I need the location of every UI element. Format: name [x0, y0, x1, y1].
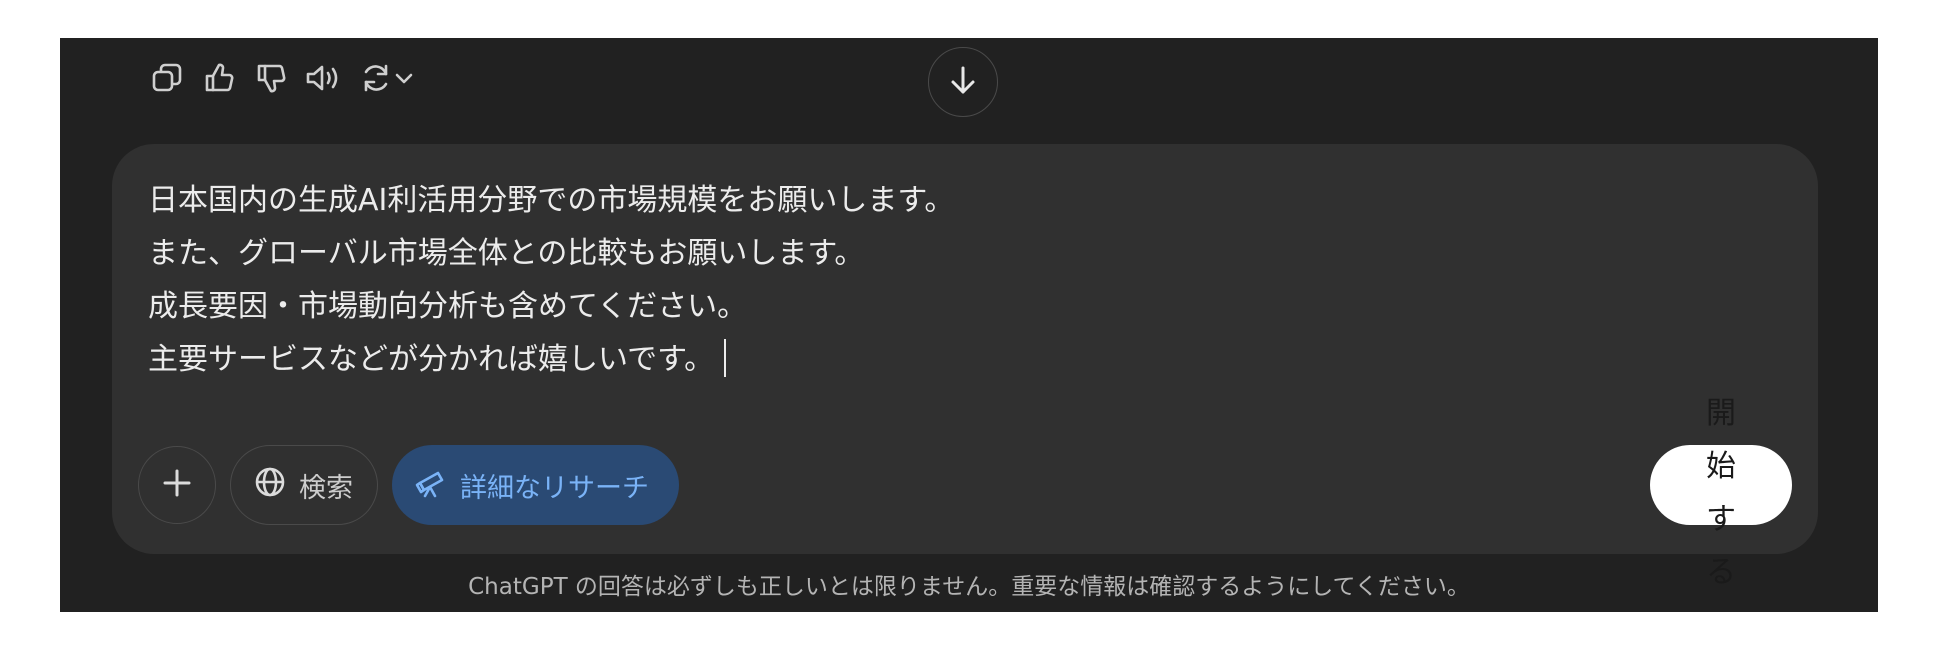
- chat-window: 日本国内の生成AI利活用分野での市場規模をお願いします。 また、グローバル市場全…: [60, 38, 1878, 612]
- text-caret: [724, 339, 727, 377]
- composer-toolbar: 検索 詳細なリサーチ: [138, 445, 679, 525]
- deep-research-button[interactable]: 詳細なリサーチ: [392, 445, 679, 525]
- prompt-line-text: 主要サービスなどが分かれば嬉しいです。: [148, 342, 715, 377]
- bad-response-button[interactable]: [252, 59, 290, 97]
- plus-icon: [161, 467, 193, 503]
- search-toggle-button[interactable]: 検索: [230, 445, 378, 525]
- disclaimer-text: ChatGPT の回答は必ずしも正しいとは限りません。重要な情報は確認するように…: [468, 574, 1470, 600]
- deep-research-label: 詳細なリサーチ: [460, 472, 649, 504]
- prompt-line: 成長要因・市場動向分析も含めてください。: [148, 289, 748, 324]
- thumbs-down-icon: [254, 61, 288, 95]
- arrow-down-icon: [946, 63, 980, 101]
- prompt-line: また、グローバル市場全体との比較もお願いします。: [148, 236, 865, 271]
- start-button[interactable]: 開始する: [1650, 396, 1792, 590]
- globe-icon: [253, 465, 287, 506]
- thumbs-up-icon: [202, 61, 236, 95]
- copy-button[interactable]: [148, 59, 186, 97]
- chevron-down-icon: [393, 67, 415, 89]
- prompt-line: 日本国内の生成AI利活用分野での市場規模をお願いします。: [148, 183, 955, 218]
- scroll-to-bottom-button[interactable]: [928, 47, 998, 117]
- telescope-icon: [414, 465, 448, 506]
- prompt-textarea[interactable]: 日本国内の生成AI利活用分野での市場規模をお願いします。 また、グローバル市場全…: [148, 174, 1648, 386]
- start-button-label: 開始する: [1706, 396, 1736, 590]
- copy-icon: [150, 61, 184, 95]
- search-label: 検索: [299, 472, 353, 504]
- read-aloud-button[interactable]: [304, 59, 342, 97]
- regenerate-button[interactable]: [356, 59, 418, 97]
- add-attachment-button[interactable]: [138, 446, 216, 524]
- prompt-line-last: 主要サービスなどが分かれば嬉しいです。: [148, 333, 1648, 386]
- prompt-composer: 日本国内の生成AI利活用分野での市場規模をお願いします。 また、グローバル市場全…: [112, 144, 1818, 590]
- speaker-icon: [304, 61, 342, 95]
- good-response-button[interactable]: [200, 59, 238, 97]
- regenerate-icon: [359, 61, 393, 95]
- message-action-bar: [148, 58, 418, 98]
